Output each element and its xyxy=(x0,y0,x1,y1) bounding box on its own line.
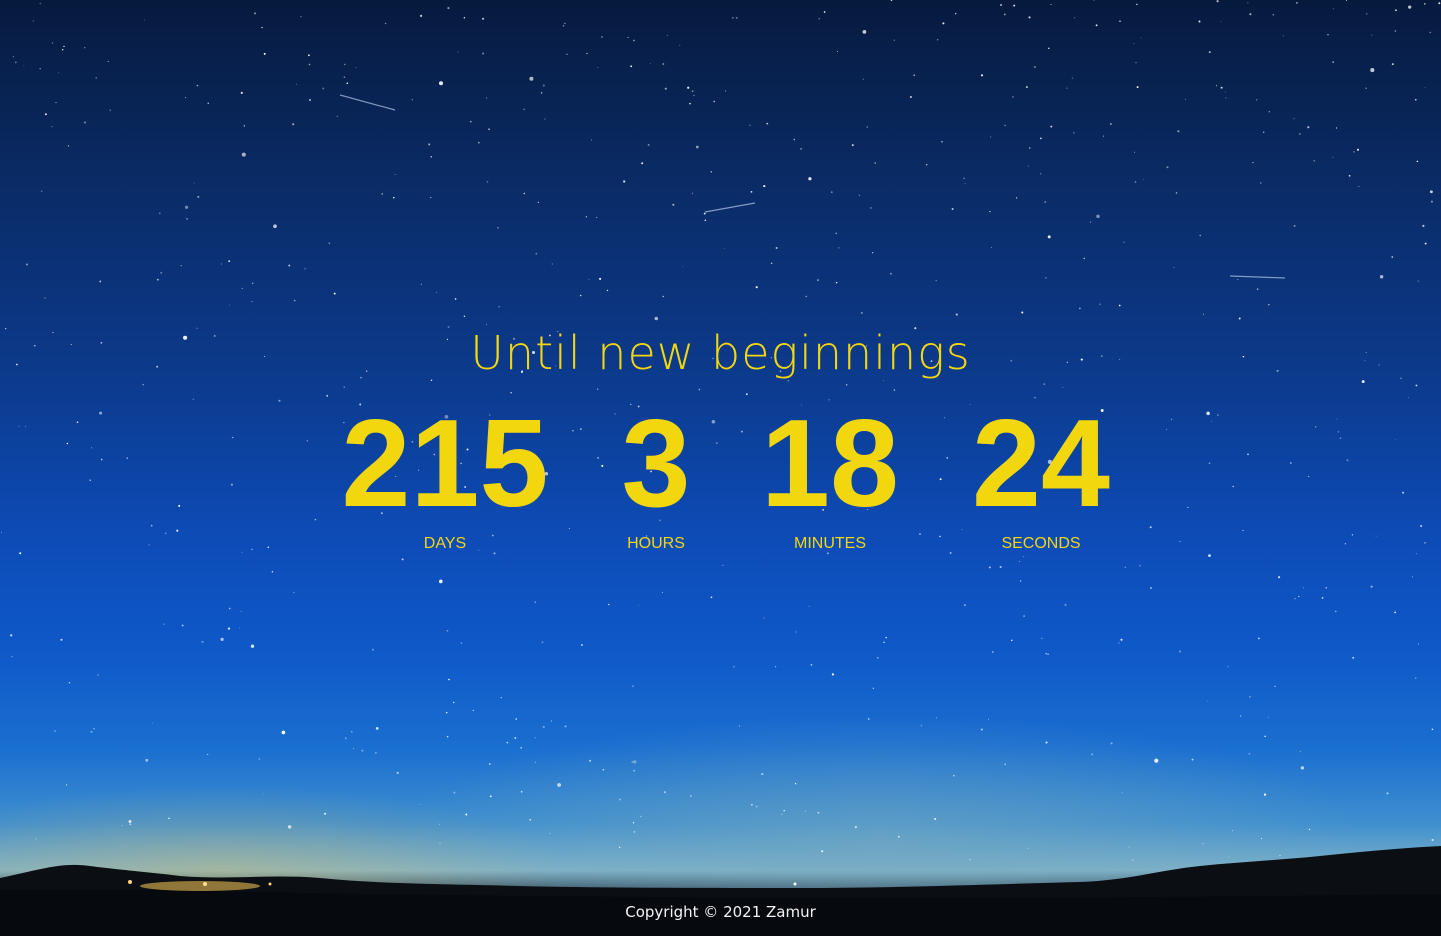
counter-minutes: 18 MINUTES xyxy=(710,395,950,554)
countdown-section: Until new beginnings 215 DAYS 3 HOURS 18… xyxy=(0,322,1441,552)
headline: Until new beginnings xyxy=(470,326,971,380)
footer-copyright: Copyright © 2021 Zamur xyxy=(625,903,816,921)
countdown-page: Until new beginnings 215 DAYS 3 HOURS 18… xyxy=(0,0,1441,936)
seconds-value: 24 xyxy=(972,395,1110,533)
seconds-label: SECONDS xyxy=(1001,535,1081,552)
minutes-value: 18 xyxy=(761,395,899,533)
counter-days: 215 DAYS xyxy=(325,395,565,554)
minutes-label: MINUTES xyxy=(794,535,866,552)
counter-seconds: 24 SECONDS xyxy=(921,395,1161,554)
days-label: DAYS xyxy=(423,535,467,552)
days-value: 215 xyxy=(341,395,549,533)
